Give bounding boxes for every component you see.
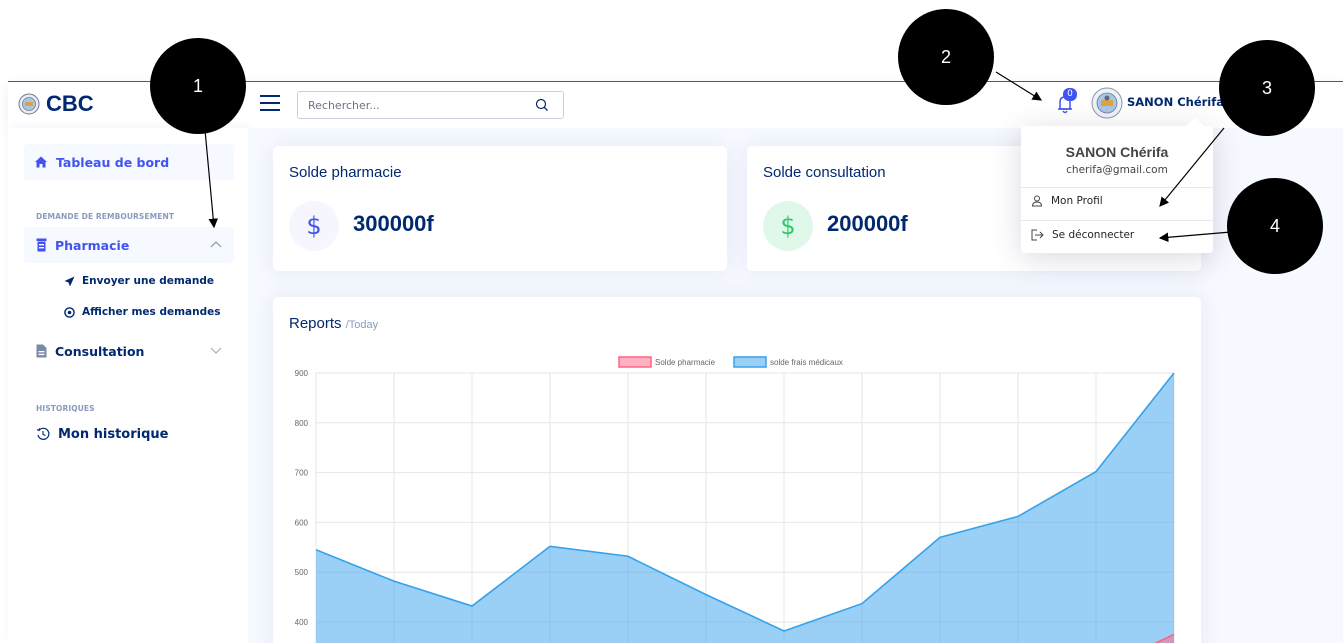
legend-swatch-solde-pharmacie	[618, 356, 652, 368]
dropdown-item-label: Mon Profil	[1051, 195, 1103, 207]
home-icon	[35, 156, 47, 168]
y-tick-label: 400	[295, 618, 309, 627]
menu-toggle-icon[interactable]	[260, 92, 280, 114]
dollar-icon: $	[763, 201, 813, 251]
reports-card: Reports /Today 400 500 600 700 800 900 Solde p…	[273, 297, 1201, 643]
dropdown-item-label: Se déconnecter	[1052, 229, 1135, 241]
logo-text: CBC	[46, 91, 94, 116]
user-menu-toggle[interactable]: SANON Chérifa	[1127, 95, 1234, 109]
avatar[interactable]	[1091, 87, 1123, 119]
section-heading-refund: DEMANDE DE REMBOURSEMENT	[36, 212, 175, 221]
dropdown-divider	[1021, 220, 1213, 221]
sidebar-subitem-show-requests[interactable]: Afficher mes demandes	[64, 306, 220, 318]
dollar-icon: $	[289, 201, 339, 251]
file-icon	[36, 344, 47, 358]
dropdown-user-name: SANON Chérifa	[1065, 144, 1169, 160]
legend-label-solde-frais-medicaux: solde frais médicaux	[770, 358, 843, 367]
app-screen: CBC 0	[0, 0, 1343, 643]
dropdown-profile-link[interactable]: Mon Profil	[1031, 195, 1103, 207]
series-area-solde-frais-medicaux	[316, 373, 1174, 643]
pharmacy-balance-card: Solde pharmacie $ 300000f	[273, 146, 727, 271]
search-bar	[297, 91, 564, 119]
sidebar-subitem-label: Envoyer une demande	[82, 275, 215, 287]
sidebar: Tableau de bord DEMANDE DE REMBOURSEMENT…	[8, 128, 248, 643]
y-tick-label: 600	[295, 518, 309, 527]
annotation-marker-2: 2	[898, 9, 994, 105]
section-heading-history: HISTORIQUES	[36, 404, 95, 413]
y-tick-label: 700	[295, 469, 309, 478]
user-name: SANON Chérifa	[1127, 95, 1225, 109]
reports-area-chart: 400 500 600 700 800 900 Solde pharmacie solde f…	[295, 356, 1175, 643]
sidebar-subitem-label: Afficher mes demandes	[82, 306, 221, 318]
sidebar-item-consultation[interactable]: Consultation	[24, 334, 234, 368]
chevron-up-icon	[210, 241, 222, 248]
eye-icon	[64, 306, 75, 318]
profile-avatar-icon	[1091, 87, 1123, 119]
sidebar-item-my-history[interactable]: Mon historique	[24, 418, 169, 450]
logout-icon	[1031, 229, 1044, 241]
person-icon	[1031, 195, 1043, 207]
sidebar-item-pharmacy[interactable]: Pharmacie	[24, 227, 234, 263]
y-tick-label: 500	[295, 568, 309, 577]
card-value: 300000f	[353, 211, 434, 236]
sidebar-item-label: Mon historique	[58, 426, 169, 442]
card-title: Solde pharmacie	[289, 164, 402, 181]
card-value: 200000f	[827, 211, 908, 236]
legend-swatch-solde-frais-medicaux	[733, 356, 767, 368]
card-title: Solde consultation	[763, 164, 886, 181]
chevron-down-icon	[210, 347, 222, 354]
y-tick-label: 900	[295, 369, 309, 378]
annotation-marker-1: 1	[150, 38, 246, 134]
legend-label-solde-pharmacie: Solde pharmacie	[655, 358, 716, 367]
search-icon[interactable]	[535, 98, 549, 112]
search-input[interactable]	[298, 92, 518, 118]
history-icon	[36, 427, 50, 440]
sidebar-subitem-send-request[interactable]: Envoyer une demande	[64, 275, 214, 287]
annotation-marker-3: 3	[1219, 40, 1315, 136]
sidebar-item-dashboard[interactable]: Tableau de bord	[24, 144, 234, 180]
dropdown-divider	[1021, 187, 1213, 188]
pharmacy-icon	[36, 238, 47, 252]
annotation-marker-4: 4	[1227, 178, 1323, 274]
dropdown-user-email: cherifa@gmail.com	[1066, 164, 1168, 176]
y-tick-label: 800	[295, 419, 309, 428]
sidebar-item-label: Pharmacie	[55, 237, 130, 253]
dropdown-logout-link[interactable]: Se déconnecter	[1031, 229, 1134, 241]
sidebar-item-label: Consultation	[55, 343, 145, 359]
user-dropdown-menu: SANON Chérifa cherifa@gmail.com Mon Prof…	[1021, 126, 1213, 253]
sidebar-item-label: Tableau de bord	[56, 154, 170, 170]
app-logo[interactable]: CBC	[18, 91, 94, 117]
send-icon	[64, 276, 75, 286]
logo-emblem-icon	[18, 93, 40, 115]
notification-badge: 0	[1063, 88, 1077, 101]
